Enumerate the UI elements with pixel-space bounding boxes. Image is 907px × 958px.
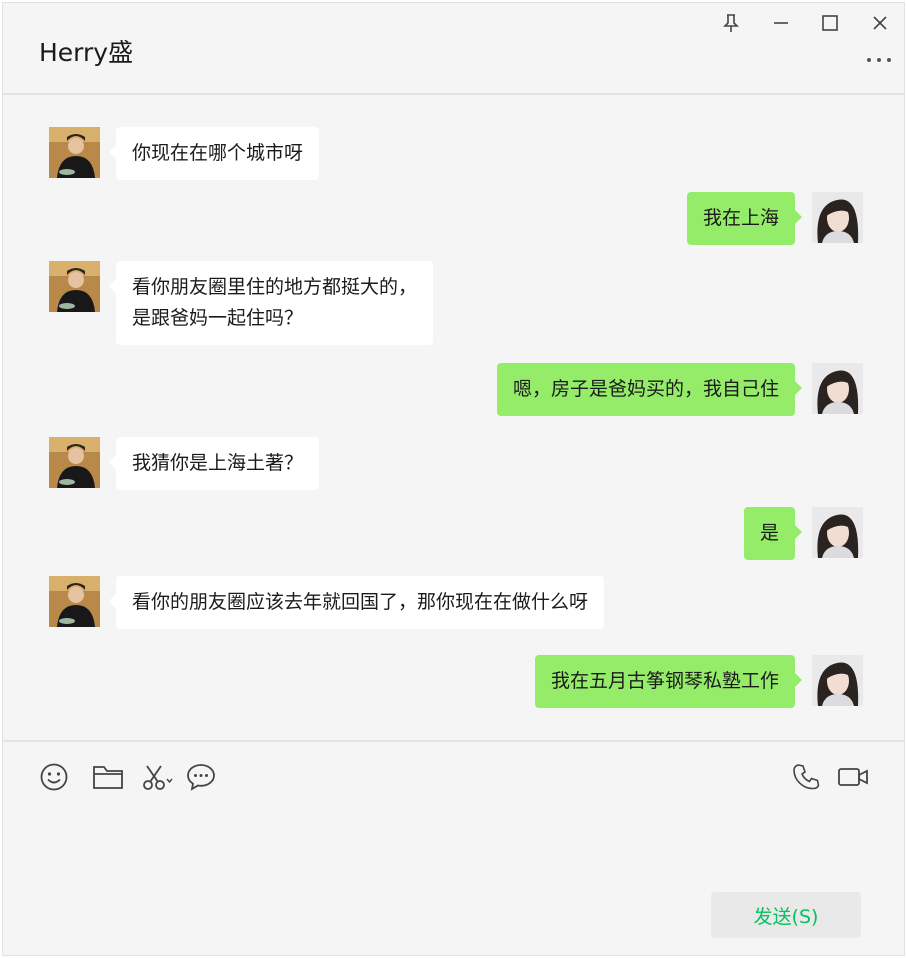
message-text: 我在上海 xyxy=(702,207,779,229)
message-bubble[interactable]: 我猜你是上海土著？ xyxy=(108,437,320,490)
message-text: 嗯，房子是爸妈买的，我自己住 xyxy=(512,378,779,400)
message-text: 你现在在哪个城市呀 xyxy=(132,142,304,164)
message-text: 看你的朋友圈应该去年就回国了，那你现在在做什么呀 xyxy=(132,591,589,613)
message-text: 是跟爸妈一起住吗？ xyxy=(132,307,304,329)
minimize-icon[interactable] xyxy=(770,12,792,34)
message-bubble[interactable]: 看你的朋友圈应该去年就回国了，那你现在在做什么呀 xyxy=(108,576,605,629)
contact-avatar[interactable] xyxy=(49,261,100,312)
self-avatar[interactable] xyxy=(812,192,863,243)
contact-avatar[interactable] xyxy=(49,437,100,488)
more-icon[interactable] xyxy=(864,53,894,67)
message-text: 我猜你是上海土著？ xyxy=(132,452,304,474)
message-text: 看你朋友圈里住的地方都挺大的， xyxy=(132,276,418,298)
chat-title: Herry盛 xyxy=(39,38,134,67)
pin-icon[interactable] xyxy=(720,12,742,34)
composer-divider xyxy=(3,740,904,742)
message-bubble[interactable]: 我在上海 xyxy=(686,192,803,245)
send-button[interactable]: 发送(S) xyxy=(711,892,861,938)
message-bubble[interactable]: 是 xyxy=(743,507,803,560)
self-avatar[interactable] xyxy=(812,507,863,558)
message-bubble[interactable]: 看你朋友圈里住的地方都挺大的， 是跟爸妈一起住吗？ xyxy=(108,261,434,345)
message-bubble[interactable]: 嗯，房子是爸妈买的，我自己住 xyxy=(496,363,803,416)
title-bar: Herry盛 xyxy=(3,3,904,95)
chat-bubble-icon[interactable] xyxy=(185,761,217,793)
self-avatar[interactable] xyxy=(812,655,863,706)
folder-icon[interactable] xyxy=(92,761,124,793)
scissors-icon[interactable] xyxy=(141,761,173,793)
phone-icon[interactable] xyxy=(790,761,822,793)
message-bubble[interactable]: 你现在在哪个城市呀 xyxy=(108,127,320,180)
self-avatar[interactable] xyxy=(812,363,863,414)
emoji-icon[interactable] xyxy=(38,761,70,793)
contact-avatar[interactable] xyxy=(49,127,100,178)
maximize-icon[interactable] xyxy=(819,12,841,34)
message-text: 是 xyxy=(759,522,779,544)
chat-window: Herry盛 你现在在哪个城市呀 我在上海 看你朋友圈里住的地方都挺大的， 是跟… xyxy=(2,2,905,956)
contact-avatar[interactable] xyxy=(49,576,100,627)
message-bubble[interactable]: 我在五月古筝钢琴私塾工作 xyxy=(534,655,803,708)
video-call-icon[interactable] xyxy=(837,761,869,793)
message-text: 我在五月古筝钢琴私塾工作 xyxy=(550,670,779,692)
message-list: 你现在在哪个城市呀 我在上海 看你朋友圈里住的地方都挺大的， 是跟爸妈一起住吗？… xyxy=(3,95,904,740)
close-icon[interactable] xyxy=(869,12,891,34)
